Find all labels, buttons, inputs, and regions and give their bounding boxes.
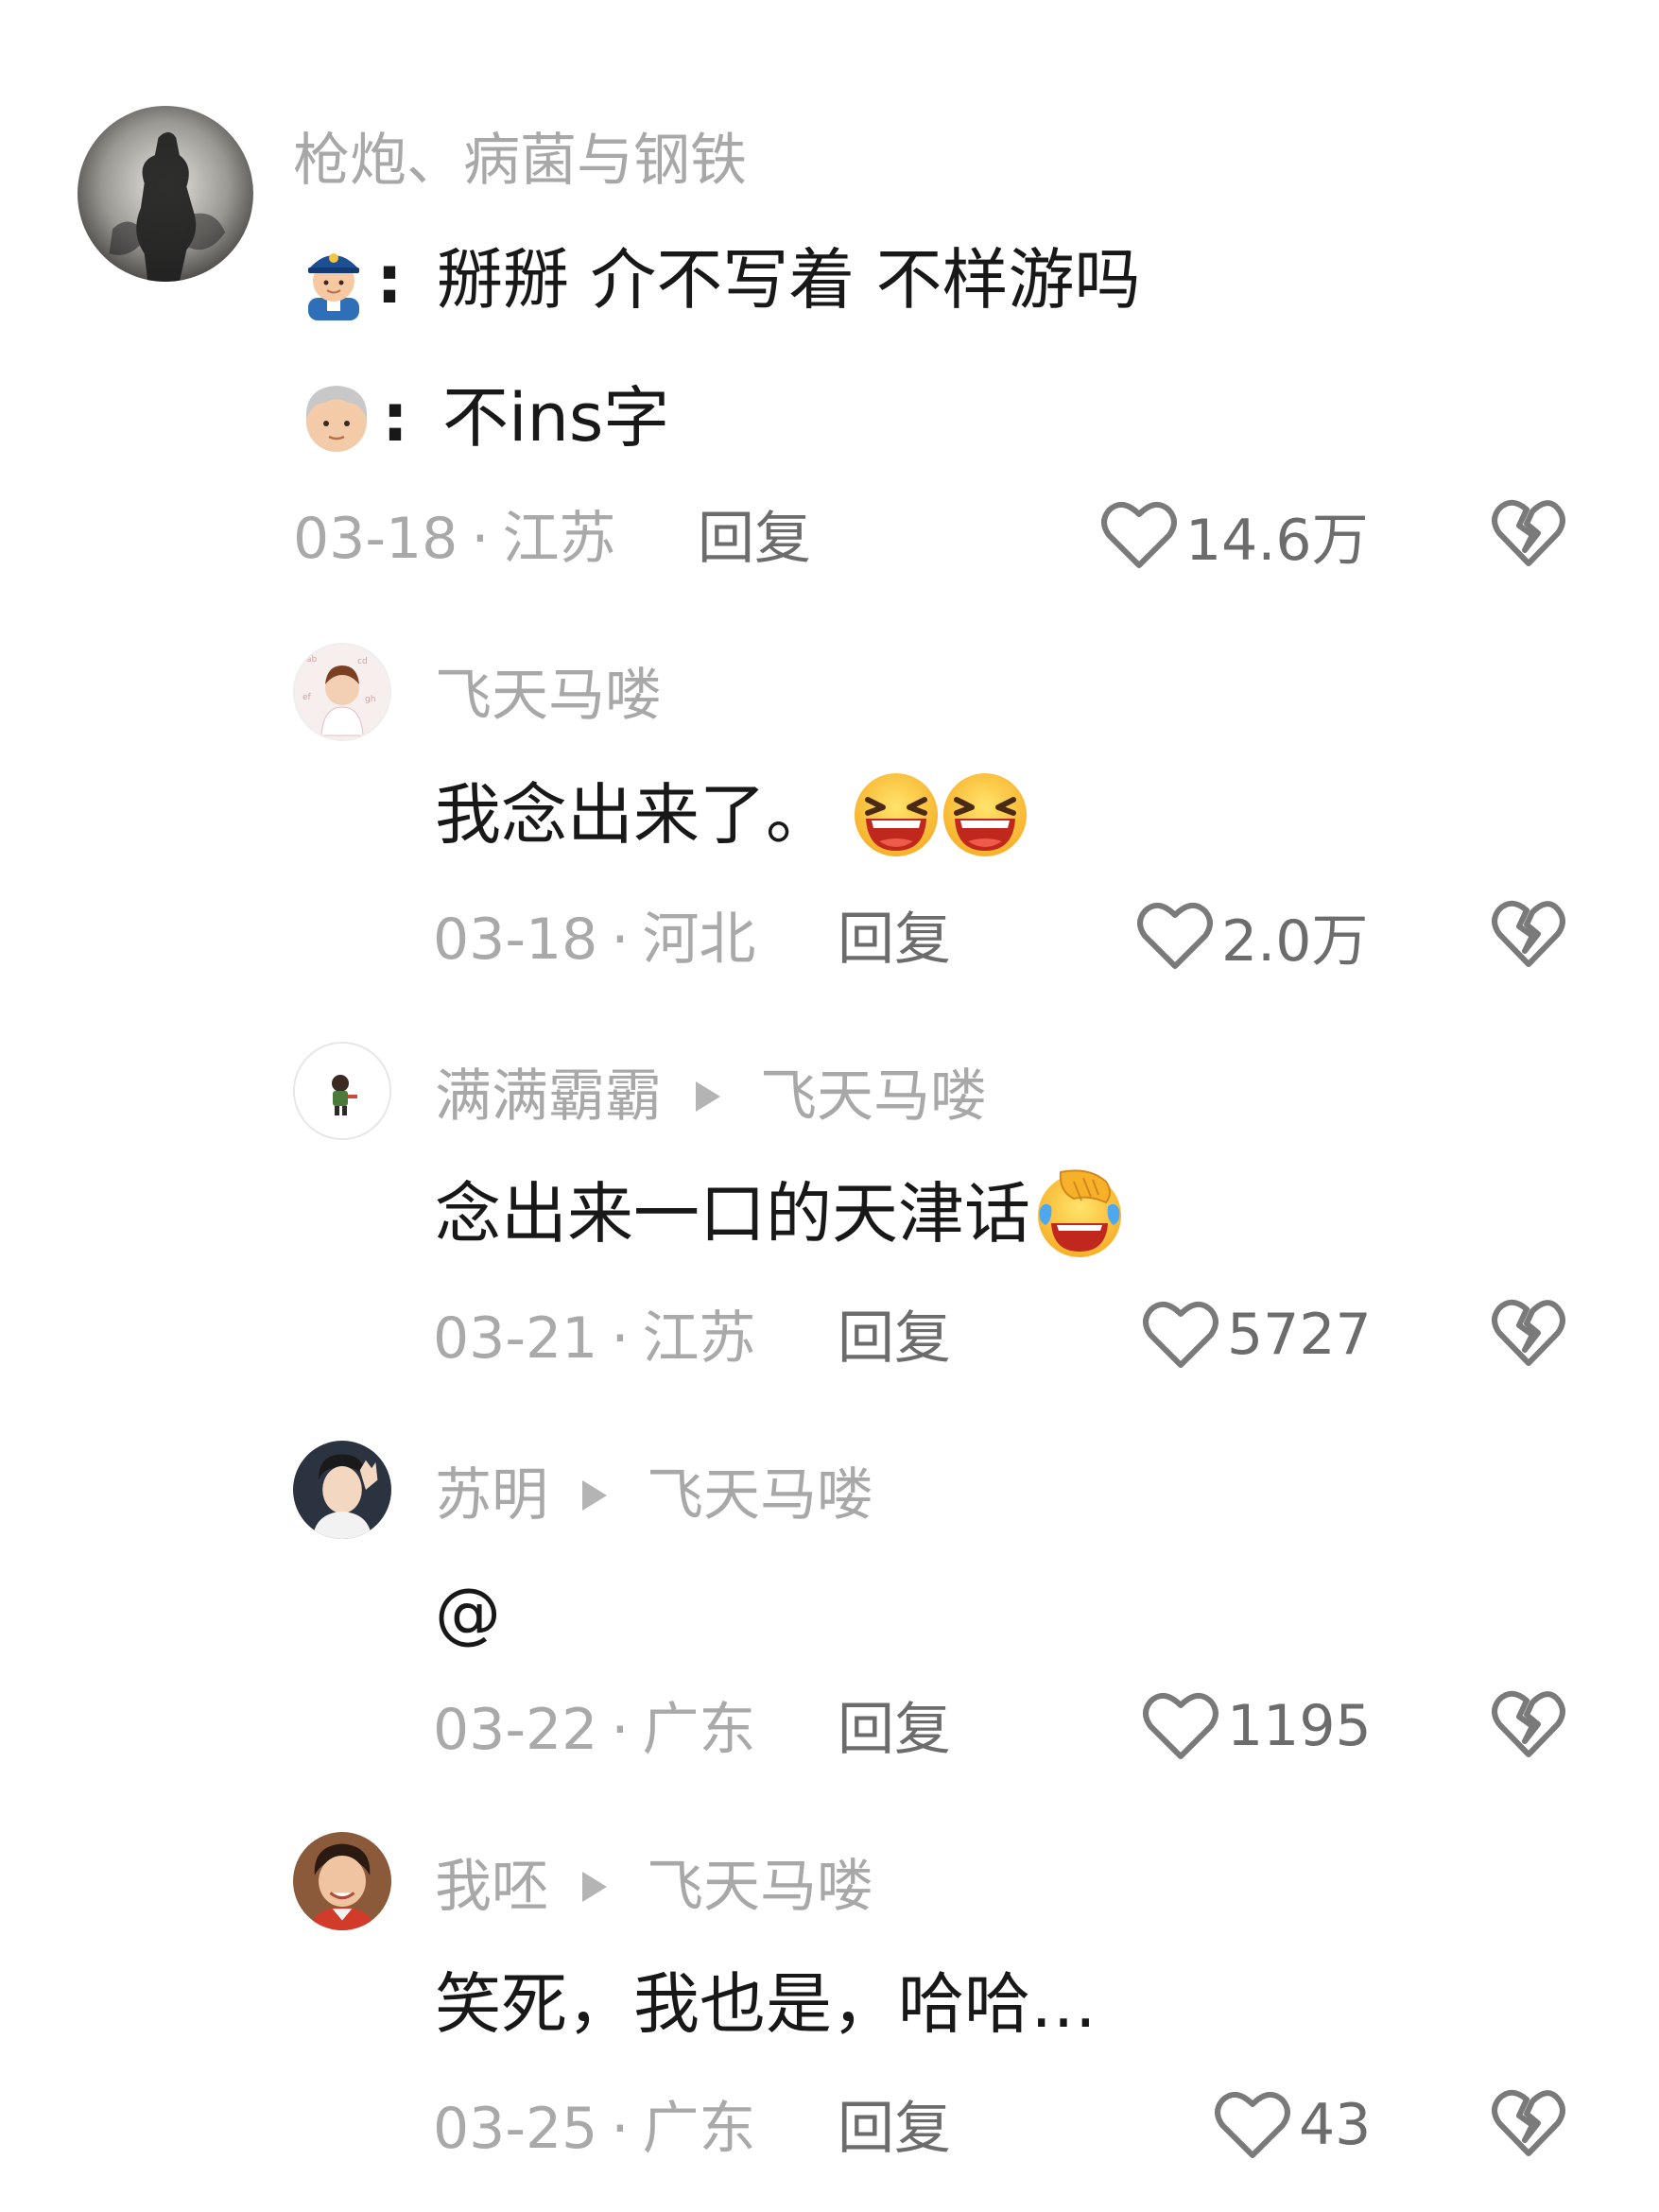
comment-text-line: : 掰掰 介不写着 不样游吗 <box>299 234 1141 325</box>
police-officer-emoji <box>299 239 369 320</box>
dislike-button[interactable] <box>1491 1297 1566 1373</box>
author-name[interactable]: 满满霸霸 <box>435 1063 662 1131</box>
avatar[interactable] <box>293 1042 391 1140</box>
comment-date: 03-18 <box>293 506 458 572</box>
broken-heart-icon <box>1491 2087 1566 2159</box>
dislike-button[interactable] <box>1491 497 1566 573</box>
reply-button[interactable]: 回复 <box>838 1696 951 1764</box>
heart-outline-icon <box>1142 1299 1219 1371</box>
triangle-right-icon <box>696 1081 720 1112</box>
author-name[interactable]: 枪炮、病菌与钢铁 <box>293 127 747 195</box>
avatar[interactable] <box>293 1832 391 1930</box>
comment-location: 江苏 <box>502 506 616 572</box>
author-name[interactable]: 我呸 <box>435 1853 548 1921</box>
comment-text: 我念出来了。 <box>435 776 832 854</box>
like-count: 2.0万 <box>1221 907 1369 975</box>
reply-button[interactable]: 回复 <box>838 1305 951 1373</box>
like-button[interactable]: 1195 <box>1142 1688 1372 1764</box>
comment-location: 广东 <box>642 1697 756 1763</box>
meta-separator: · <box>471 506 490 572</box>
like-button[interactable]: 2.0万 <box>1136 898 1369 975</box>
grinning-squinting-emoji <box>940 771 1030 858</box>
comment-date: 03-21 <box>433 1305 598 1372</box>
heart-outline-icon <box>1142 1690 1219 1762</box>
comment-location: 广东 <box>642 2096 756 2162</box>
comment-author[interactable]: 枪炮、病菌与钢铁 <box>293 127 747 195</box>
comment-1: 枪炮、病菌与钢铁 : 掰掰 介不写着 不样游吗: 不ins字 03-18 · … <box>0 0 1659 574</box>
reply-button[interactable]: 回复 <box>838 2095 951 2163</box>
reply-to-name[interactable]: 飞天马喽 <box>647 1853 873 1921</box>
line-text: 不ins字 <box>442 379 670 457</box>
comment-text: @ <box>435 1574 501 1651</box>
comment-date: 03-18 <box>433 907 598 973</box>
like-count: 14.6万 <box>1185 507 1369 574</box>
dislike-button[interactable] <box>1491 898 1566 974</box>
meta-separator: · <box>611 1697 630 1763</box>
like-count: 1195 <box>1227 1693 1372 1759</box>
like-button[interactable]: 14.6万 <box>1100 497 1369 574</box>
comment-author: 我呸 飞天马喽 <box>435 1853 873 1921</box>
reply-to-name[interactable]: 飞天马喽 <box>760 1063 987 1131</box>
broken-heart-icon <box>1491 497 1566 569</box>
comment-text-line: @ <box>435 1567 501 1658</box>
comment-text-line: : 不ins字 <box>299 372 669 463</box>
meta-separator: · <box>611 2096 630 2162</box>
comment-meta: 03-22 · 广东 <box>433 1696 755 1764</box>
avatar[interactable]: abcdefghij <box>293 643 391 741</box>
like-count: 43 <box>1299 2092 1372 2158</box>
colon: : <box>376 241 403 319</box>
triangle-right-icon <box>582 1872 607 1902</box>
comment-date: 03-25 <box>433 2096 598 2162</box>
older-man-emoji <box>299 380 374 456</box>
comment-author: 苏明 飞天马喽 <box>435 1461 873 1529</box>
heart-outline-icon <box>1214 2089 1291 2161</box>
comment-text-line: 我念出来了。 <box>435 769 1030 860</box>
triangle-right-icon <box>582 1480 607 1511</box>
meta-separator: · <box>611 907 630 973</box>
author-name[interactable]: 飞天马喽 <box>435 662 662 730</box>
heart-outline-icon <box>1136 900 1214 972</box>
reply-button[interactable]: 回复 <box>838 906 951 974</box>
grinning-squinting-emoji <box>851 771 942 858</box>
meta-separator: · <box>611 1305 630 1372</box>
svg-text:gh: gh <box>365 695 375 704</box>
comment-author: 飞天马喽 <box>435 662 662 730</box>
svg-text:ef: ef <box>302 693 312 702</box>
broken-heart-icon <box>1491 1688 1566 1760</box>
reply-button[interactable]: 回复 <box>698 505 811 573</box>
comment-date: 03-22 <box>433 1697 598 1763</box>
comment-location: 江苏 <box>642 1305 756 1372</box>
svg-text:cd: cd <box>357 657 368 666</box>
comment-author: 满满霸霸 飞天马喽 <box>435 1063 987 1131</box>
like-count: 5727 <box>1227 1302 1372 1368</box>
face-palm-laughing-emoji <box>1032 1168 1127 1259</box>
like-button[interactable]: 5727 <box>1142 1297 1372 1373</box>
broken-heart-icon <box>1491 898 1566 970</box>
dislike-button[interactable] <box>1491 2087 1566 2163</box>
broken-heart-icon <box>1491 1297 1566 1369</box>
author-name[interactable]: 苏明 <box>435 1461 548 1529</box>
comment-meta: 03-18 · 江苏 <box>293 505 615 573</box>
comment-text: 念出来一口的天津话 <box>435 1175 1030 1253</box>
colon: : <box>382 379 408 457</box>
reply-to-name[interactable]: 飞天马喽 <box>647 1461 873 1529</box>
avatar[interactable] <box>78 106 253 282</box>
heart-outline-icon <box>1100 499 1178 571</box>
svg-text:ab: ab <box>306 655 318 665</box>
comment-text-line: 笑死，我也是，哈哈… <box>435 1959 1097 2049</box>
line-text: 掰掰 介不写着 不样游吗 <box>437 241 1141 319</box>
comment-meta: 03-21 · 江苏 <box>433 1305 755 1373</box>
like-button[interactable]: 43 <box>1214 2087 1371 2163</box>
comment-text-line: 念出来一口的天津话 <box>435 1168 1127 1259</box>
dislike-button[interactable] <box>1491 1688 1566 1764</box>
comment-meta: 03-25 · 广东 <box>433 2095 755 2163</box>
avatar[interactable] <box>293 1441 391 1539</box>
comment-text: 笑死，我也是，哈哈… <box>435 1965 1097 2043</box>
comment-location: 河北 <box>642 907 756 973</box>
comment-meta: 03-18 · 河北 <box>433 906 755 974</box>
